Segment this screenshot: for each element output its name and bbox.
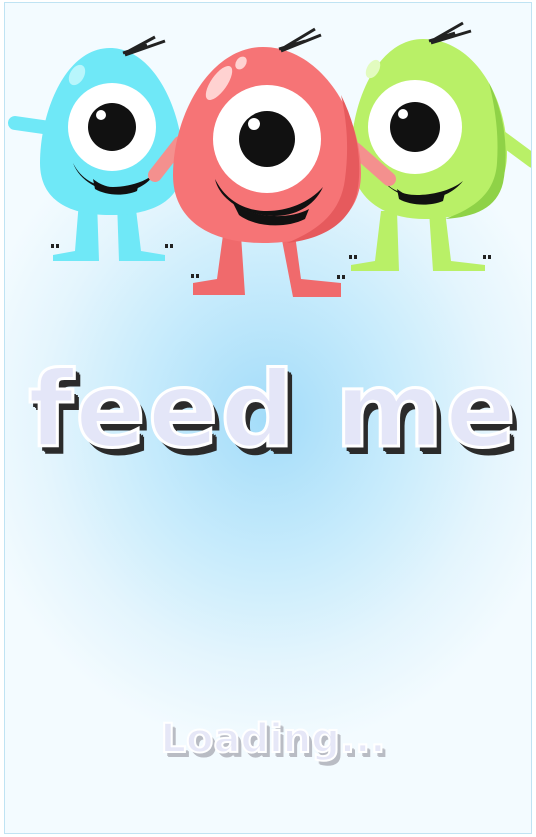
green-monster [349, 21, 531, 271]
monster-group [8, 21, 531, 297]
splash-screen: feed me Loading... [4, 2, 532, 834]
blue-monster [8, 35, 187, 261]
red-monster [148, 27, 396, 297]
game-title: feed me [27, 349, 518, 471]
loading-label: Loading... [160, 716, 387, 762]
